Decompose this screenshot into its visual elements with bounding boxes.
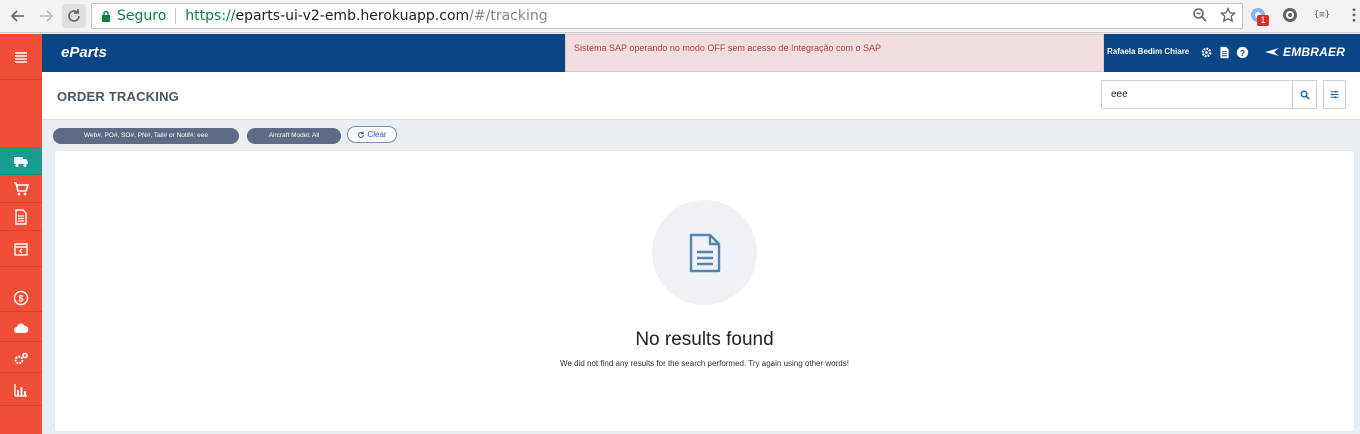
lock-icon xyxy=(101,10,111,23)
forward-button[interactable] xyxy=(34,4,58,28)
bookmark-star-icon[interactable] xyxy=(1219,6,1237,27)
arrow-left-icon xyxy=(10,10,24,22)
browser-menu-button[interactable] xyxy=(1343,4,1360,26)
browser-toolbar: Seguro https://eparts-ui-v2-emb.herokuap… xyxy=(0,0,1360,33)
truck-icon xyxy=(14,156,28,167)
cart-icon xyxy=(14,181,29,195)
extension-badge: 1 xyxy=(1257,15,1269,26)
clear-filters-button[interactable]: Clear xyxy=(347,126,397,143)
app-header: eParts Sistema SAP operando no modo OFF … xyxy=(42,34,1360,72)
help-button[interactable]: ? xyxy=(1235,45,1249,59)
empty-state-illustration xyxy=(652,200,757,305)
zoom-icon[interactable] xyxy=(1192,7,1208,27)
embraer-logo: EMBRAER xyxy=(1264,45,1345,59)
search-button[interactable] xyxy=(1292,81,1316,108)
url-host: eparts-ui-v2-emb.herokuapp.com xyxy=(235,8,470,24)
settings-button[interactable] xyxy=(1199,45,1213,59)
search-box xyxy=(1101,80,1317,109)
extension-json-button[interactable]: {≡} xyxy=(1311,4,1333,26)
url-scheme: https:// xyxy=(185,8,236,24)
sidebar-item-reports[interactable] xyxy=(0,375,42,406)
page-title: ORDER TRACKING xyxy=(57,89,179,104)
back-button[interactable] xyxy=(6,4,30,28)
page-header: ORDER TRACKING xyxy=(42,72,1360,120)
cloud-icon xyxy=(14,323,29,333)
gears-icon xyxy=(14,352,28,364)
sidebar-menu-toggle[interactable] xyxy=(0,34,42,80)
sap-alert: Sistema SAP operando no modo OFF sem ace… xyxy=(565,34,1104,72)
gear-icon xyxy=(1201,47,1211,57)
package-return-icon xyxy=(14,242,28,256)
ghost-icon xyxy=(1283,8,1297,22)
svg-text:$: $ xyxy=(18,293,23,303)
kebab-menu-icon xyxy=(1352,8,1356,22)
sidebar-item-settings[interactable] xyxy=(0,345,42,373)
sidebar-item-finance[interactable]: $ xyxy=(0,284,42,312)
dollar-icon: $ xyxy=(13,290,29,305)
user-name[interactable]: Rafaela Bedim Chiare xyxy=(1107,47,1189,56)
sidebar-item-tracking[interactable] xyxy=(0,147,42,175)
document-icon xyxy=(15,208,27,225)
filter-chip-search[interactable]: Web#, PO#, SO#, PN#, Tail# or Notif#: ee… xyxy=(53,128,239,144)
refresh-icon xyxy=(358,131,365,138)
results-card: No results found We did not find any res… xyxy=(55,151,1354,431)
svg-text:?: ? xyxy=(1240,48,1245,57)
secure-label: Seguro xyxy=(117,8,167,24)
address-bar[interactable]: Seguro https://eparts-ui-v2-emb.herokuap… xyxy=(91,3,1243,29)
extension-ghostery-button[interactable] xyxy=(1279,4,1301,26)
document-lines-icon xyxy=(689,233,720,272)
empty-state-message: We did not find any results for the sear… xyxy=(560,359,849,368)
document-button[interactable] xyxy=(1217,45,1231,59)
sidebar-item-cloud[interactable] xyxy=(0,314,42,342)
filter-chip-aircraft-model[interactable]: Aircraft Model: All xyxy=(247,128,341,144)
brand-logo[interactable]: eParts xyxy=(61,44,107,61)
sliders-icon xyxy=(1330,90,1339,99)
bar-chart-icon xyxy=(14,384,27,397)
extension-translate-button[interactable]: 1 xyxy=(1247,4,1269,26)
reload-button[interactable] xyxy=(62,4,86,28)
reload-icon xyxy=(68,9,80,22)
address-divider xyxy=(175,8,177,24)
empty-state-title: No results found xyxy=(635,329,774,350)
clear-label: Clear xyxy=(367,130,387,139)
menu-icon xyxy=(15,51,27,63)
sidebar: $ xyxy=(0,34,42,434)
search-input[interactable] xyxy=(1102,81,1293,108)
question-circle-icon: ? xyxy=(1236,46,1248,58)
sidebar-item-documents[interactable] xyxy=(0,203,42,231)
embraer-arrow-icon xyxy=(1265,48,1279,56)
search-icon xyxy=(1300,90,1310,100)
url-path: /#/tracking xyxy=(469,8,548,24)
sidebar-item-cart[interactable] xyxy=(0,175,42,203)
file-icon xyxy=(1219,46,1229,58)
arrow-right-icon xyxy=(40,10,54,22)
embraer-wordmark: EMBRAER xyxy=(1283,45,1346,59)
sidebar-item-returns[interactable] xyxy=(0,231,42,267)
advanced-filter-button[interactable] xyxy=(1323,80,1346,109)
